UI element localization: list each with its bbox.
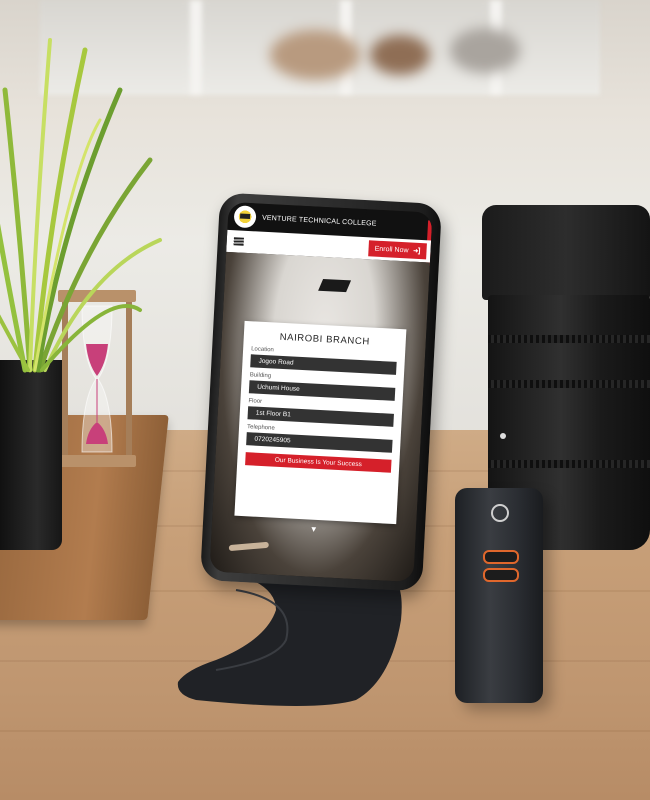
phone-screen: VENTURE TECHNICAL COLLEGE Enroll Now NAI bbox=[209, 201, 433, 583]
charger-logo-icon bbox=[491, 504, 509, 522]
hamburger-icon[interactable] bbox=[233, 237, 244, 246]
photo-scene: VENTURE TECHNICAL COLLEGE Enroll Now NAI bbox=[0, 0, 650, 800]
blurred-object bbox=[370, 35, 430, 75]
enroll-now-button[interactable]: Enroll Now bbox=[368, 240, 427, 260]
lens-hood bbox=[482, 205, 650, 300]
college-logo[interactable] bbox=[233, 205, 257, 229]
plant-pot bbox=[0, 360, 62, 550]
usb-c-port bbox=[483, 568, 519, 582]
hero-section: NAIROBI BRANCH Location Jogoo Road Build… bbox=[209, 251, 430, 583]
lens-marker bbox=[500, 433, 506, 439]
login-arrow-icon bbox=[413, 247, 421, 255]
graduation-cap bbox=[318, 278, 352, 293]
blurred-object bbox=[450, 28, 520, 73]
window-bar bbox=[190, 0, 202, 95]
usb-c-port bbox=[483, 550, 519, 564]
tagline-button[interactable]: Our Business Is Your Success bbox=[245, 452, 392, 473]
enroll-label: Enroll Now bbox=[374, 245, 409, 254]
blurred-object bbox=[270, 30, 360, 80]
plant-leaves bbox=[0, 38, 162, 373]
smartphone: VENTURE TECHNICAL COLLEGE Enroll Now NAI bbox=[199, 192, 443, 592]
branch-card: NAIROBI BRANCH Location Jogoo Road Build… bbox=[234, 320, 407, 525]
usb-charger bbox=[455, 488, 543, 703]
diploma-scroll bbox=[228, 541, 270, 552]
chevron-down-icon[interactable]: ▼ bbox=[310, 525, 318, 534]
